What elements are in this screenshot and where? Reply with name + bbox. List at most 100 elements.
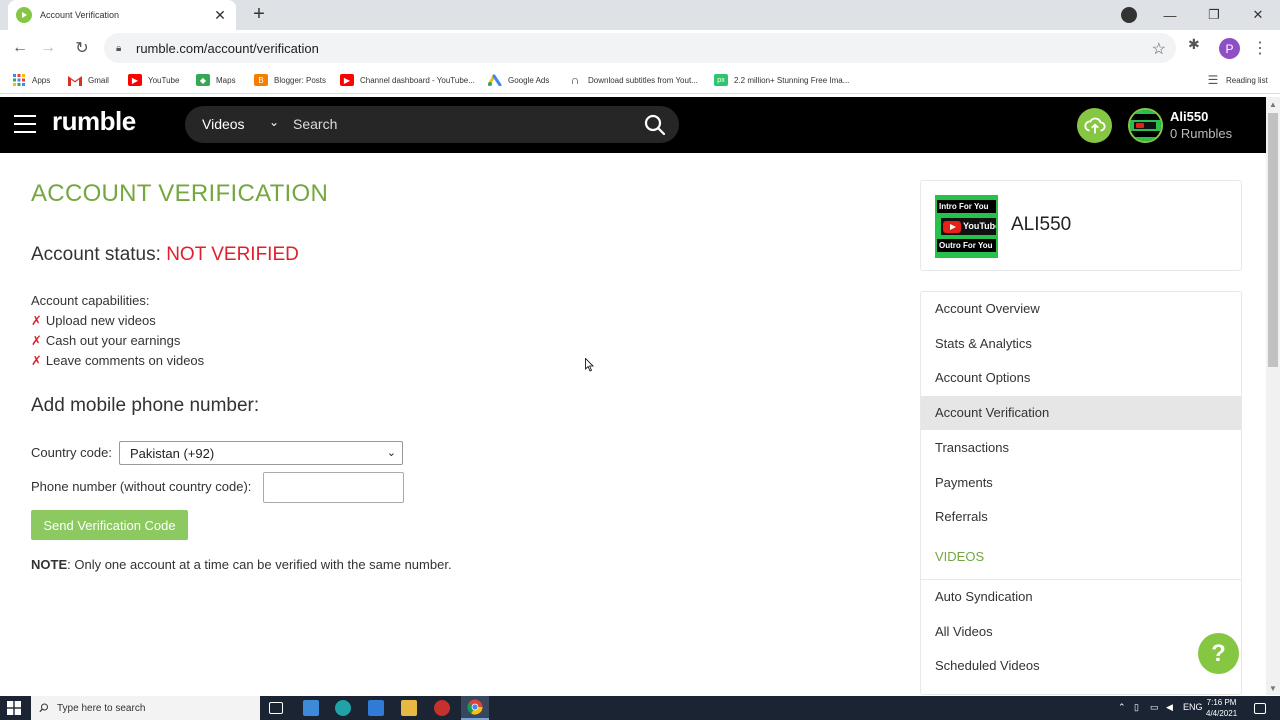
chrome-menu-icon[interactable]: ⋮ <box>1252 38 1268 58</box>
upload-icon[interactable] <box>1077 108 1112 143</box>
network-icon[interactable]: ▭ <box>1150 702 1159 713</box>
maps-icon: ◆ <box>196 74 210 86</box>
channel-thumbnail[interactable]: Intro For You YouTube Outro For You <box>935 195 998 258</box>
bookmark-label: Gmail <box>88 75 109 85</box>
chrome-media-icon[interactable] <box>1121 7 1137 23</box>
search-category-select[interactable]: Videos <box>202 116 245 132</box>
capabilities-label: Account capabilities: <box>31 293 150 308</box>
volume-icon[interactable]: ◀ <box>1166 702 1173 713</box>
reading-list-icon: ☰ <box>1207 73 1219 87</box>
bookmark-star-icon[interactable]: ☆ <box>1152 39 1166 59</box>
windows-start-icon[interactable] <box>7 701 21 715</box>
rumble-logo[interactable]: rumble <box>52 106 136 137</box>
language-indicator[interactable]: ENG <box>1183 702 1203 712</box>
capability-item: ✗ Leave comments on videos <box>31 353 204 369</box>
file-explorer-icon[interactable] <box>401 700 417 716</box>
bookmark-channel-dashboard[interactable]: ▶ Channel dashboard - YouTube... <box>340 71 475 89</box>
menu-item-account-overview[interactable]: Account Overview <box>921 292 1241 326</box>
menu-item-account-verification[interactable]: Account Verification <box>921 396 1241 430</box>
download-icon: ∩ <box>570 73 580 87</box>
menu-item-payments[interactable]: Payments <box>921 466 1241 500</box>
menu-item-auto-syndication[interactable]: Auto Syndication <box>921 580 1241 614</box>
menu-item-referrals[interactable]: Referrals <box>921 500 1241 534</box>
phone-number-input[interactable] <box>263 472 404 503</box>
scroll-up-icon[interactable]: ▲ <box>1269 100 1277 109</box>
cross-icon: ✗ <box>31 333 42 348</box>
bookmarks-bar: Apps Gmail ▶ YouTube ◆ Maps B Blogger: P… <box>0 66 1280 94</box>
minimize-button[interactable]: — <box>1148 0 1192 30</box>
tray-device-icon[interactable]: ▯ <box>1134 702 1139 713</box>
rumble-favicon-icon <box>16 7 32 23</box>
user-avatar[interactable] <box>1128 108 1163 143</box>
thumbnail-youtube-band: YouTube <box>941 218 996 235</box>
bookmark-gmail[interactable]: Gmail <box>68 71 109 89</box>
store-icon[interactable] <box>368 700 384 716</box>
browser-tab[interactable]: Account Verification ✕ <box>8 0 236 30</box>
videos-section-heading: VIDEOS <box>935 549 985 564</box>
add-phone-heading: Add mobile phone number: <box>31 395 260 416</box>
send-verification-button[interactable]: Send Verification Code <box>31 510 188 540</box>
menu-item-all-videos[interactable]: All Videos <box>921 615 1241 649</box>
google-ads-icon <box>488 74 502 86</box>
back-button[interactable]: ← <box>8 36 32 60</box>
tab-close-icon[interactable]: ✕ <box>212 7 228 24</box>
user-rumbles: 0 Rumbles <box>1170 126 1233 141</box>
help-button[interactable]: ? <box>1198 633 1239 674</box>
recorder-icon[interactable] <box>434 700 450 716</box>
bookmark-label: 2.2 million+ Stunning Free Ima... <box>734 75 850 85</box>
cross-icon: ✗ <box>31 353 42 368</box>
task-view-icon[interactable] <box>269 702 283 714</box>
bookmark-label: Blogger: Posts <box>274 75 327 85</box>
bookmark-maps[interactable]: ◆ Maps <box>196 71 236 89</box>
menu-item-account-options[interactable]: Account Options <box>921 361 1241 395</box>
bookmark-pixabay[interactable]: px 2.2 million+ Stunning Free Ima... <box>714 71 849 89</box>
forward-button[interactable]: → <box>36 36 60 60</box>
chrome-icon <box>467 699 483 715</box>
bookmark-blogger[interactable]: B Blogger: Posts <box>254 71 326 89</box>
bookmark-apps[interactable]: Apps <box>12 71 50 89</box>
address-bar[interactable]: 🔒︎ rumble.com/account/verification ☆ <box>104 33 1176 63</box>
channel-name[interactable]: ALI550 <box>1011 214 1071 236</box>
capability-item: ✗ Cash out your earnings <box>31 333 180 349</box>
bookmark-youtube[interactable]: ▶ YouTube <box>128 71 179 89</box>
menu-item-stats-analytics[interactable]: Stats & Analytics <box>921 327 1241 361</box>
search-input[interactable]: Search <box>293 116 337 132</box>
cross-icon: ✗ <box>31 313 42 328</box>
menu-item-scheduled-videos[interactable]: Scheduled Videos <box>921 649 1241 683</box>
search-icon[interactable] <box>643 113 667 137</box>
notifications-icon[interactable] <box>1254 703 1266 714</box>
taskbar-clock[interactable]: 7:16 PM 4/4/2021 <box>1206 697 1237 719</box>
bookmark-label: Download subtitles from Yout... <box>588 75 698 85</box>
note-label: NOTE <box>31 557 68 572</box>
country-code-select[interactable]: Pakistan (+92) ⌄ <box>119 441 403 465</box>
thumbnail-youtube-text: YouTube <box>963 221 996 231</box>
scrollbar-thumb[interactable] <box>1268 113 1278 367</box>
page-scrollbar[interactable]: ▲ ▼ <box>1266 97 1280 695</box>
site-header: rumble Videos ⌄ Search Ali550 0 Rumbles <box>0 97 1266 153</box>
extensions-icon[interactable]: ✱ <box>1188 36 1200 53</box>
search-icon <box>39 703 48 713</box>
hamburger-menu-icon[interactable] <box>14 115 36 133</box>
bookmark-download-subtitles[interactable]: ∩ Download subtitles from Yout... <box>568 71 698 89</box>
youtube-icon: ▶ <box>128 74 142 86</box>
edge-icon[interactable] <box>335 700 351 716</box>
close-window-button[interactable]: ✕ <box>1236 0 1280 30</box>
thumbnail-intro-text: Intro For You <box>937 200 996 213</box>
menu-item-transactions[interactable]: Transactions <box>921 431 1241 465</box>
mail-icon[interactable] <box>303 700 319 716</box>
scroll-down-icon[interactable]: ▼ <box>1269 684 1277 693</box>
taskbar-search-input[interactable]: Type here to search <box>31 696 260 720</box>
chrome-taskbar-button[interactable] <box>461 696 489 720</box>
reload-button[interactable]: ↻ <box>70 36 94 60</box>
tray-chevron-icon[interactable]: ⌃ <box>1118 702 1126 713</box>
new-tab-button[interactable]: + <box>248 3 270 25</box>
profile-avatar[interactable]: P <box>1219 38 1240 59</box>
chevron-down-icon[interactable]: ⌄ <box>269 115 279 129</box>
thumbnail-outro-text: Outro For You <box>937 239 996 252</box>
bookmark-label: YouTube <box>148 75 180 85</box>
bookmark-google-ads[interactable]: Google Ads <box>488 71 549 89</box>
browser-tab-strip: Account Verification ✕ + — ❐ ✕ <box>0 0 1280 30</box>
reading-list[interactable]: ☰ Reading list <box>1206 71 1268 89</box>
restore-button[interactable]: ❐ <box>1192 0 1236 30</box>
user-name[interactable]: Ali550 <box>1170 109 1208 124</box>
